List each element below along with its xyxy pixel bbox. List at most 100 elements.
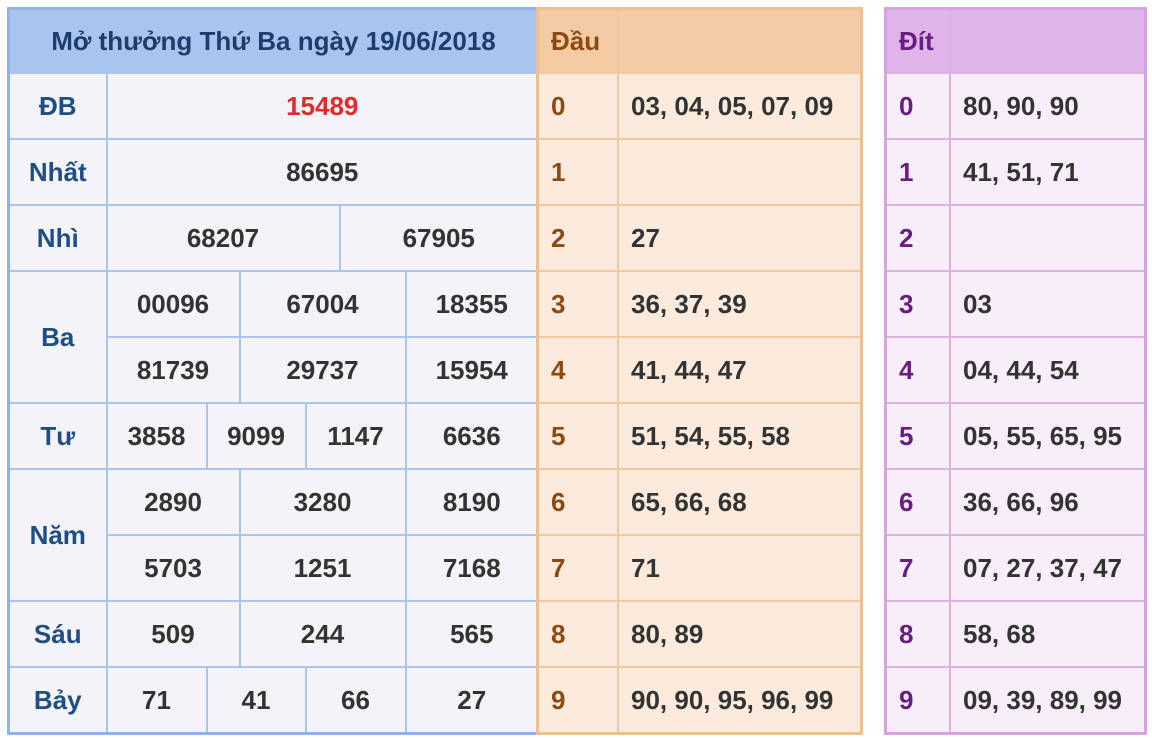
prize-value: 7168	[404, 534, 540, 602]
prize-value: 2890	[105, 468, 241, 536]
prize-value: 29737	[238, 336, 407, 404]
dau-values: 51, 54, 55, 58	[617, 402, 863, 470]
dit-row: 8 58, 68	[884, 600, 1147, 668]
dit-row: 5 05, 55, 65, 95	[884, 402, 1147, 470]
dit-row: 2	[884, 204, 1147, 272]
dau-digit: 5	[536, 402, 619, 470]
dit-digit: 6	[884, 468, 951, 536]
dit-digit: 8	[884, 600, 951, 668]
dau-digit: 3	[536, 270, 619, 338]
row-bay: Bảy 71 41 66 27	[7, 666, 540, 735]
prize-value: 3858	[105, 402, 208, 470]
row-nhi: Nhì 68207 67905	[7, 204, 540, 272]
prize-value: 18355	[404, 270, 540, 338]
prize-value: 41	[205, 666, 307, 735]
prize-value: 9099	[205, 402, 307, 470]
dau-digit: 9	[536, 666, 619, 735]
prize-value: 1147	[304, 402, 407, 470]
dau-table: Đầu 0 03, 04, 05, 07, 09 1 2 27 3 36, 37, 3…	[536, 7, 863, 735]
prize-value: 00096	[105, 270, 241, 338]
prize-value: 6636	[404, 402, 540, 470]
dau-digit: 2	[536, 204, 619, 272]
dit-row: 1 41, 51, 71	[884, 138, 1147, 206]
dit-row: 0 80, 90, 90	[884, 72, 1147, 140]
prize-value: 67905	[338, 204, 540, 272]
dit-values: 05, 55, 65, 95	[949, 402, 1147, 470]
dit-digit: 5	[884, 402, 951, 470]
dit-digit: 1	[884, 138, 951, 206]
prize-value: 1251	[238, 534, 407, 602]
row-sau: Sáu 509 244 565	[7, 600, 540, 668]
prize-value: 15954	[404, 336, 540, 404]
dau-digit: 8	[536, 600, 619, 668]
prize-value: 5703	[105, 534, 241, 602]
dau-header: Đầu	[536, 7, 619, 74]
prize-value: 8190	[404, 468, 540, 536]
dau-values: 36, 37, 39	[617, 270, 863, 338]
dau-row: 3 36, 37, 39	[536, 270, 863, 338]
dau-values: 03, 04, 05, 07, 09	[617, 72, 863, 140]
dau-values: 27	[617, 204, 863, 272]
dit-row: 6 36, 66, 96	[884, 468, 1147, 536]
dit-values: 58, 68	[949, 600, 1147, 668]
dit-row: 3 03	[884, 270, 1147, 338]
row-ba-1: Ba 00096 67004 18355	[7, 270, 540, 404]
dit-values: 36, 66, 96	[949, 468, 1147, 536]
prize-value: 3280	[238, 468, 407, 536]
dit-digit: 3	[884, 270, 951, 338]
dau-digit: 7	[536, 534, 619, 602]
prize-value: 66	[304, 666, 407, 735]
dau-values: 90, 90, 95, 96, 99	[617, 666, 863, 735]
dit-values: 04, 44, 54	[949, 336, 1147, 404]
dau-values	[617, 138, 863, 206]
prize-value: 71	[105, 666, 208, 735]
dit-digit: 7	[884, 534, 951, 602]
dit-header-blank	[949, 7, 1147, 74]
dit-table: Đít 0 80, 90, 90 1 41, 51, 71 2 3 03 4 04, 4…	[884, 7, 1147, 735]
special-prize-value: 15489	[105, 72, 540, 140]
dit-digit: 4	[884, 336, 951, 404]
dit-header: Đít	[884, 7, 951, 74]
dau-values: 65, 66, 68	[617, 468, 863, 536]
dau-row: 5 51, 54, 55, 58	[536, 402, 863, 470]
prize-label-db: ĐB	[7, 72, 108, 140]
dau-digit: 6	[536, 468, 619, 536]
dit-values: 09, 39, 89, 99	[949, 666, 1147, 735]
dau-values: 71	[617, 534, 863, 602]
dau-row: 7 71	[536, 534, 863, 602]
dit-values: 41, 51, 71	[949, 138, 1147, 206]
prize-label-nhi: Nhì	[7, 204, 108, 272]
dit-digit: 9	[884, 666, 951, 735]
dau-row: 9 90, 90, 95, 96, 99	[536, 666, 863, 735]
results-title: Mở thưởng Thứ Ba ngày 19/06/2018	[7, 7, 540, 74]
dit-values: 03	[949, 270, 1147, 338]
dau-values: 80, 89	[617, 600, 863, 668]
row-tu: Tư 3858 9099 1147 6636	[7, 402, 540, 470]
prize-label-ba: Ba	[7, 270, 108, 404]
prize-value: 509	[105, 600, 241, 668]
dit-digit: 0	[884, 72, 951, 140]
row-db: ĐB 15489	[7, 72, 540, 140]
row-nhat: Nhất 86695	[7, 138, 540, 206]
prize-label-tu: Tư	[7, 402, 108, 470]
dau-row: 0 03, 04, 05, 07, 09	[536, 72, 863, 140]
prize-label-nhat: Nhất	[7, 138, 108, 206]
dit-row: 4 04, 44, 54	[884, 336, 1147, 404]
dit-digit: 2	[884, 204, 951, 272]
dit-values	[949, 204, 1147, 272]
dau-row: 1	[536, 138, 863, 206]
dau-digit: 0	[536, 72, 619, 140]
dau-row: 8 80, 89	[536, 600, 863, 668]
prize-value: 86695	[105, 138, 540, 206]
dit-row: 9 09, 39, 89, 99	[884, 666, 1147, 735]
prize-label-sau: Sáu	[7, 600, 108, 668]
prize-value: 244	[238, 600, 407, 668]
dau-row: 2 27	[536, 204, 863, 272]
prize-label-nam: Năm	[7, 468, 108, 602]
dit-values: 80, 90, 90	[949, 72, 1147, 140]
dau-row: 4 41, 44, 47	[536, 336, 863, 404]
dit-values: 07, 27, 37, 47	[949, 534, 1147, 602]
prize-value: 565	[404, 600, 540, 668]
row-nam-1: Năm 2890 3280 8190	[7, 468, 540, 602]
lottery-results-table: Mở thưởng Thứ Ba ngày 19/06/2018 ĐB 1548…	[7, 7, 541, 735]
